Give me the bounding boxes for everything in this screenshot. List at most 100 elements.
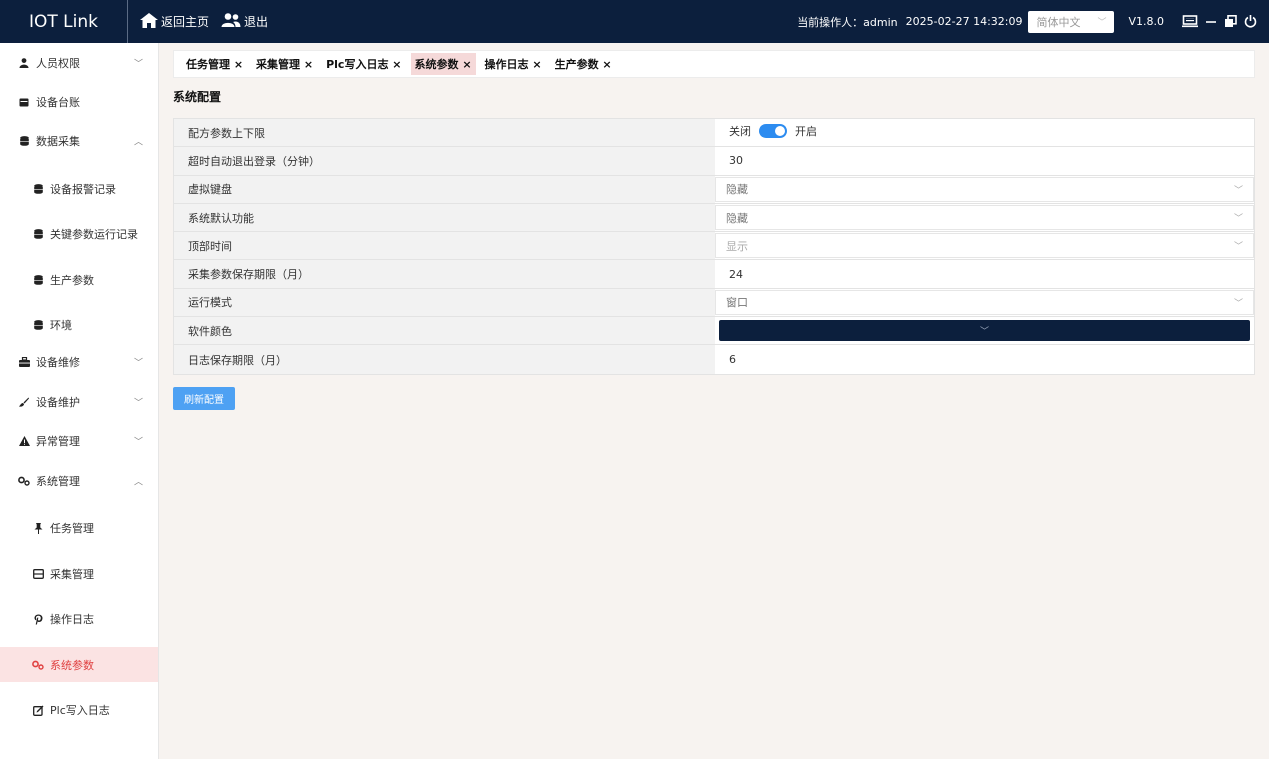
- sidebar-item-label: 环境: [50, 319, 72, 332]
- sidebar-item-label: 设备台账: [36, 96, 80, 109]
- users-icon: [221, 13, 244, 30]
- chevron-down-icon: ﹀: [1097, 18, 1107, 28]
- software-color-picker[interactable]: ﹀: [719, 320, 1250, 342]
- tab-collection-management[interactable]: 采集管理 ×: [252, 53, 317, 75]
- minimize-icon[interactable]: [1205, 16, 1217, 28]
- config-label: 配方参数上下限: [174, 119, 715, 147]
- operator-label: 当前操作人：admin: [797, 15, 898, 29]
- chevron-down-icon: ﹀: [1233, 242, 1243, 253]
- sidebar-item-label: 系统管理: [36, 475, 80, 488]
- select-value: 隐藏: [726, 211, 748, 225]
- tab-task-management[interactable]: 任务管理 ×: [182, 53, 247, 75]
- chevron-down-icon: ﹀: [1233, 185, 1243, 196]
- refresh-config-button[interactable]: 刷新配置: [173, 387, 235, 410]
- config-label: 运行模式: [174, 288, 715, 317]
- brand-logo: IOT Link: [0, 0, 128, 43]
- gears-icon: [32, 659, 44, 671]
- home-link[interactable]: 返回主页: [140, 12, 209, 31]
- home-icon: [140, 12, 161, 31]
- switch-off-label: 关闭: [729, 125, 751, 138]
- sidebar-item-device-ledger[interactable]: 设备台账: [0, 90, 158, 114]
- default-function-select[interactable]: 隐藏 ﹀: [715, 204, 1254, 231]
- sidebar-item-operation-log[interactable]: 操作日志: [0, 607, 158, 631]
- database-icon: [32, 274, 44, 286]
- config-row-log-retention: 日志保存期限（月） 6: [174, 345, 1254, 374]
- sidebar-item-production-params[interactable]: 生产参数: [0, 268, 158, 292]
- timeout-input[interactable]: 30: [715, 147, 1254, 174]
- sidebar-item-label: 设备维修: [36, 356, 80, 369]
- database-icon: [32, 183, 44, 195]
- page-title: 系统配置: [173, 90, 222, 104]
- config-row-recipe-limit: 配方参数上下限 关闭 开启: [174, 119, 1254, 148]
- sidebar: 人员权限 ﹀ 设备台账 数据采集 ︿ 设备报警记录 关键参数运行记录 生产参数 …: [0, 43, 159, 759]
- sidebar-item-repair[interactable]: 设备维修 ﹀: [0, 350, 158, 374]
- language-select[interactable]: 简体中文 ﹀: [1028, 10, 1115, 33]
- chevron-down-icon: ﹀: [133, 358, 143, 369]
- tab-system-params[interactable]: 系统参数 ×: [410, 53, 476, 75]
- config-label: 软件颜色: [174, 317, 715, 345]
- chevron-down-icon: ﹀: [1233, 214, 1243, 225]
- logout-link[interactable]: 退出: [221, 13, 268, 30]
- sidebar-item-collection-management[interactable]: 采集管理: [0, 562, 158, 586]
- sidebar-item-label: 操作日志: [50, 613, 94, 626]
- virtual-keyboard-select[interactable]: 隐藏 ﹀: [715, 176, 1254, 202]
- log-retention-input[interactable]: 6: [715, 345, 1254, 373]
- select-value: 窗口: [726, 296, 748, 310]
- sidebar-item-system-params[interactable]: 系统参数: [0, 647, 158, 682]
- tab-production-params[interactable]: 生产参数 ×: [551, 53, 616, 75]
- sidebar-item-key-params[interactable]: 关键参数运行记录: [0, 222, 158, 246]
- sidebar-item-label: 采集管理: [50, 568, 94, 581]
- brush-icon: [18, 396, 30, 408]
- sidebar-item-label: Plc写入日志: [50, 704, 110, 717]
- sidebar-item-label: 数据采集: [36, 135, 80, 148]
- sidebar-item-label: 生产参数: [50, 274, 94, 287]
- power-icon[interactable]: [1244, 15, 1257, 28]
- chevron-down-icon: ﹀: [133, 437, 143, 448]
- collect-retention-input[interactable]: 24: [715, 260, 1254, 287]
- chevron-up-icon: ︿: [133, 137, 143, 148]
- chevron-down-icon: ﹀: [979, 327, 989, 338]
- run-mode-select[interactable]: 窗口 ﹀: [715, 289, 1254, 316]
- database-icon: [18, 135, 30, 147]
- chevron-up-icon: ︿: [133, 477, 143, 488]
- sidebar-item-label: 设备报警记录: [50, 183, 116, 196]
- tab-plc-write-log[interactable]: Plc写入日志 ×: [322, 53, 405, 75]
- sidebar-item-label: 系统参数: [50, 658, 94, 672]
- tabs-bar: 任务管理 × 采集管理 × Plc写入日志 × 系统参数 × 操作日志 × 生产…: [173, 50, 1255, 78]
- top-header: IOT Link 返回主页 退出 当前操作人：admin 2025-02-27 …: [0, 0, 1269, 43]
- config-label: 虚拟键盘: [174, 175, 715, 203]
- pinterest-icon: [32, 613, 44, 625]
- sidebar-item-alarm-records[interactable]: 设备报警记录: [0, 177, 158, 201]
- chevron-down-icon: ﹀: [133, 59, 143, 70]
- config-label: 日志保存期限（月）: [174, 345, 715, 374]
- sidebar-item-plc-write-log[interactable]: Plc写入日志: [0, 698, 158, 722]
- chevron-down-icon: ﹀: [1233, 298, 1243, 309]
- warning-icon: [18, 435, 30, 447]
- recipe-limit-toggle[interactable]: [759, 124, 787, 138]
- pin-icon: [32, 522, 44, 534]
- user-icon: [18, 57, 30, 69]
- top-time-select[interactable]: 显示 ﹀: [715, 233, 1254, 259]
- edit-icon: [32, 704, 44, 716]
- card-icon: [18, 96, 30, 108]
- tab-operation-log[interactable]: 操作日志 ×: [481, 53, 546, 75]
- sidebar-item-permissions[interactable]: 人员权限 ﹀: [0, 51, 158, 75]
- sidebar-item-label: 异常管理: [36, 435, 80, 448]
- monitor-icon[interactable]: [1182, 15, 1198, 28]
- sidebar-item-label: 任务管理: [50, 522, 94, 535]
- sidebar-item-maintenance[interactable]: 设备维护 ﹀: [0, 390, 158, 414]
- sidebar-item-exceptions[interactable]: 异常管理 ﹀: [0, 429, 158, 453]
- sidebar-item-label: 人员权限: [36, 57, 80, 70]
- sidebar-item-system-management[interactable]: 系统管理 ︿: [0, 469, 158, 493]
- restore-icon[interactable]: [1224, 15, 1237, 28]
- logout-link-label: 退出: [244, 15, 269, 29]
- config-row-software-color: 软件颜色 ﹀: [174, 317, 1254, 346]
- database-icon: [32, 319, 44, 331]
- config-table: 配方参数上下限 关闭 开启 超时自动退出登录（分钟） 30 虚拟键盘 隐藏 ﹀ …: [173, 118, 1255, 375]
- sidebar-item-data-collection[interactable]: 数据采集 ︿: [0, 129, 158, 153]
- config-row-top-time: 顶部时间 显示 ﹀: [174, 232, 1254, 261]
- database-icon: [32, 228, 44, 240]
- sidebar-item-task-management[interactable]: 任务管理: [0, 516, 158, 540]
- config-row-collect-retention: 采集参数保存期限（月） 24: [174, 260, 1254, 289]
- sidebar-item-environment[interactable]: 环境: [0, 313, 158, 337]
